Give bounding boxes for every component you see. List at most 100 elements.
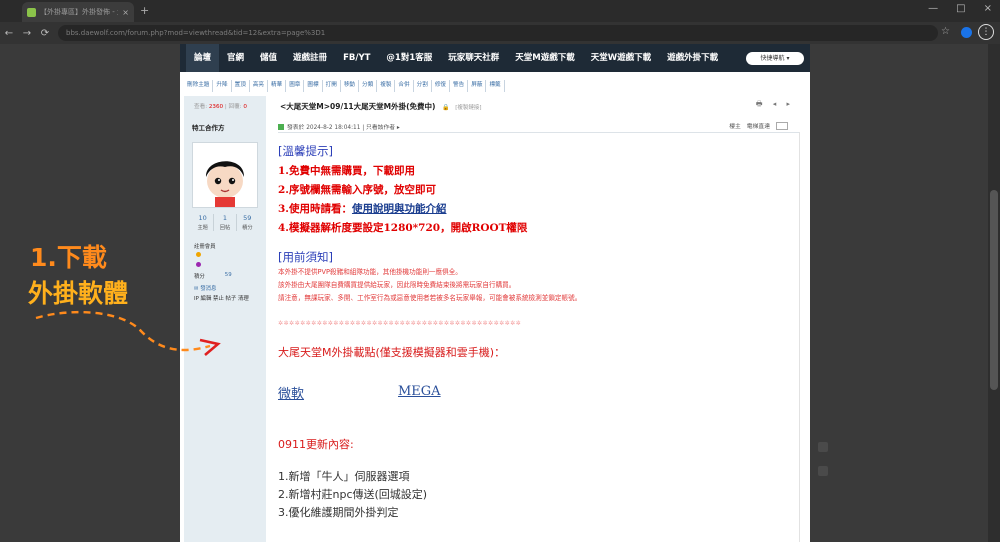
nav-item-lineagem-download[interactable]: 天堂M遊戲下載 — [507, 44, 582, 72]
tab-close-icon[interactable]: × — [122, 8, 129, 17]
toolbar-item[interactable]: 合併 — [395, 80, 414, 92]
toolbar-item[interactable]: 高亮 — [250, 80, 268, 92]
toolbar-item[interactable]: 移動 — [341, 80, 360, 92]
notice-3: 請注意，無課玩家、多開、工作室行為或惡意使用者若被多名玩家舉報，可能會被系統檢測… — [278, 294, 582, 302]
update-title: 0911更新內容: — [278, 438, 354, 451]
microsoft-download-link[interactable]: 微軟 — [278, 383, 304, 402]
toolbar-item[interactable]: 複製 — [377, 80, 396, 92]
profile-icon[interactable] — [961, 27, 972, 38]
browser-menu-icon[interactable]: ⋮ — [978, 24, 994, 40]
toolbar-item[interactable]: 圖標 — [304, 80, 323, 92]
jump-label: 電梯直達 — [746, 124, 770, 130]
manual-link[interactable]: 使用說明與功能介紹 — [352, 203, 447, 215]
update-item: 3.優化維護期間外掛判定 — [278, 506, 399, 519]
view-reply-stats: 查看: 2360 | 回覆: 0 — [194, 104, 247, 110]
mega-download-link[interactable]: MEGA — [398, 384, 441, 399]
avatar-cartoon-icon — [205, 161, 245, 207]
tab-title: 【外掛專區】外掛發佈 - 大尾天堂 — [40, 8, 118, 16]
toolbar-item[interactable]: 分類 — [359, 80, 378, 92]
tip-3: 3.使用時請看：使用說明與功能介紹 — [278, 203, 447, 215]
toolbar-item[interactable]: 打開 — [323, 80, 341, 92]
toolbar-item[interactable]: 分割 — [414, 80, 432, 92]
nav-item-official[interactable]: 官網 — [219, 44, 252, 72]
tip-4: 4.模擬器解析度要設定1280*720，開啟ROOT權限 — [278, 222, 528, 234]
nav-item-fbyt[interactable]: FB/YT — [335, 44, 378, 72]
author-counts: 10 主題 1 回帖 59 積分 — [192, 214, 258, 231]
post-title: <大尾天堂M>09/11大尾天堂M外掛(免費中) 🔒 [複製鏈接] — [280, 102, 482, 111]
toolbar-item[interactable]: 刪除主題 — [184, 80, 214, 92]
float-top-icon[interactable] — [818, 466, 828, 476]
author-name[interactable]: 特工合作方 — [192, 122, 225, 132]
nav-item-community[interactable]: 玩家聊天社群 — [440, 44, 507, 72]
update-item: 2.新增村莊npc傳送(回城設定) — [278, 488, 428, 501]
url-text: bbs.daewolf.com/forum.php?mod=viewthread… — [66, 29, 326, 37]
reload-icon[interactable]: ⟳ — [36, 28, 54, 39]
print-prev-next-icons[interactable]: 🖶 ◂ ▸ — [756, 100, 794, 111]
forward-icon[interactable]: → — [18, 28, 36, 39]
tip-2: 2.序號欄無需輸入序號，放空即可 — [278, 184, 436, 196]
copy-link-button[interactable]: [複製鏈接] — [455, 105, 481, 111]
annotation-arrow-icon — [35, 310, 221, 356]
toolbar-item[interactable]: 精華 — [268, 80, 287, 92]
toolbar-item[interactable]: 警告 — [450, 80, 469, 92]
toolbar-item[interactable]: 升降 — [213, 80, 232, 92]
count-threads[interactable]: 10 主題 — [192, 214, 215, 231]
reply-count: 0 — [243, 104, 247, 110]
tip-1: 1.免費中無需購買，下載即用 — [278, 165, 415, 177]
nav-item-plugin-download[interactable]: 遊戲外掛下載 — [659, 44, 726, 72]
notice-title: [用前須知] — [278, 250, 333, 264]
browser-tabbar: 【外掛專區】外掛發佈 - 大尾天堂 × + — □ × — [0, 0, 1000, 22]
count-replies[interactable]: 1 回帖 — [214, 214, 237, 231]
top-navigation: 論壇 官網 儲值 遊戲註冊 FB/YT @1對1客服 玩家聊天社群 天堂M遊戲下… — [180, 44, 810, 72]
window-controls: — □ × — [928, 3, 992, 14]
nav-item-forum[interactable]: 論壇 — [186, 44, 220, 72]
float-chat-icon[interactable] — [818, 442, 828, 452]
back-icon[interactable]: ← — [0, 28, 18, 39]
medal-icon — [196, 262, 201, 267]
browser-tab[interactable]: 【外掛專區】外掛發佈 - 大尾天堂 × — [22, 2, 134, 22]
nav-item-topup[interactable]: 儲值 — [252, 44, 285, 72]
scrollbar-thumb[interactable] — [990, 190, 998, 390]
toolbar-item[interactable]: 圖章 — [286, 80, 305, 92]
nav-item-support[interactable]: @1對1客服 — [378, 44, 440, 72]
address-bar: ← → ⟳ bbs.daewolf.com/forum.php?mod=view… — [0, 22, 1000, 44]
count-credits[interactable]: 59 積分 — [237, 214, 258, 231]
annotation-step-label: 1.下載 — [30, 243, 107, 272]
credit-line: 積分 59 — [194, 272, 232, 280]
favicon-icon — [27, 7, 36, 17]
quick-nav-button[interactable]: 快捷導航 ▾ — [746, 52, 804, 65]
nav-item-register[interactable]: 遊戲註冊 — [285, 44, 335, 72]
view-count: 2360 — [208, 104, 224, 110]
post-border — [799, 132, 800, 542]
star-divider: ✲✲✲✲✲✲✲✲✲✲✲✲✲✲✲✲✲✲✲✲✲✲✲✲✲✲✲✲✲✲✲✲✲✲✲✲✲✲✲✲… — [278, 320, 522, 327]
send-message-link[interactable]: ✉ 發消息 — [194, 284, 216, 292]
lock-icon: 🔒 — [442, 104, 450, 111]
toolbar-item[interactable]: 置頂 — [232, 80, 250, 92]
author-online-icon — [278, 123, 284, 130]
toolbar-item[interactable]: 修復 — [432, 80, 451, 92]
post-divider — [278, 132, 800, 133]
toolbar-item[interactable]: 屏蔽 — [468, 80, 487, 92]
close-window-icon[interactable]: × — [984, 3, 992, 14]
maximize-icon[interactable]: □ — [956, 3, 965, 14]
notice-2: 該外掛由大尾團隊自費購買提供給玩家，因此限時免費結束後將需玩家自行購買。 — [278, 281, 516, 289]
floor-label: 樓主 — [729, 124, 741, 130]
nav-item-lineagew-download[interactable]: 天堂W遊戲下載 — [583, 44, 659, 72]
level-icon — [196, 252, 201, 257]
forum-page: 論壇 官網 儲值 遊戲註冊 FB/YT @1對1客服 玩家聊天社群 天堂M遊戲下… — [180, 44, 810, 542]
notice-1: 本外掛不提供PVP殺豬和組隊功能，其他掛機功能則一應俱全。 — [278, 268, 462, 276]
jump-input[interactable] — [776, 121, 788, 130]
bookmark-star-icon[interactable]: ☆ — [941, 26, 950, 37]
moderation-toolbar: 刪除主題 升降 置頂 高亮 精華 圖章 圖標 打開 移動 分類 複製 合併 分割… — [184, 80, 804, 92]
update-item: 1.新增「牛人」伺服器選項 — [278, 470, 410, 483]
member-group: 註冊會員 — [194, 244, 216, 250]
post-meta: 發表於 2024-8-2 18:04:11 | 只看該作者 ▸ — [278, 122, 400, 131]
minimize-icon[interactable]: — — [928, 3, 938, 14]
download-point-title: 大尾天堂M外掛載點(僅支援模擬器和雲手機)： — [278, 346, 506, 359]
url-input[interactable]: bbs.daewolf.com/forum.php?mod=viewthread… — [58, 25, 938, 41]
toolbar-item[interactable]: 標籤 — [486, 80, 505, 92]
new-tab-button[interactable]: + — [140, 4, 149, 17]
avatar[interactable] — [192, 142, 258, 208]
floor-jump: 樓主 電梯直達 — [729, 121, 788, 130]
tips-title: [溫馨提示] — [278, 144, 333, 158]
